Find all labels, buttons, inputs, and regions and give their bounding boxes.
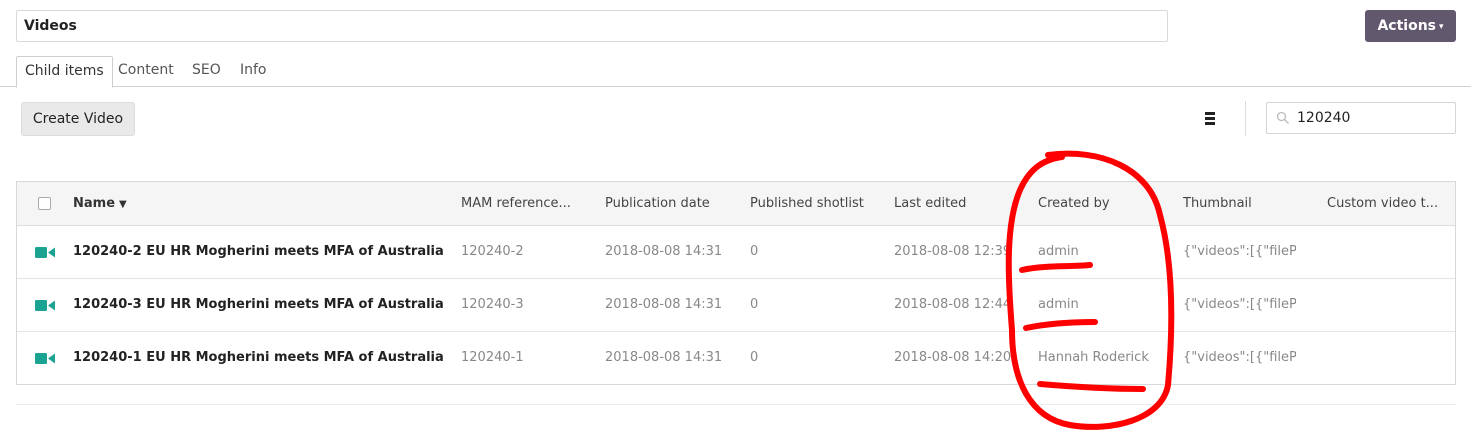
cell-last-edited: 2018-08-08 14:20 [894, 350, 1012, 365]
cell-published-shotlist: 0 [750, 350, 759, 365]
tab-info[interactable]: Info [240, 56, 267, 87]
cell-custom-video [1327, 332, 1447, 384]
cell-created-by: Hannah Roderick [1038, 350, 1149, 365]
search-icon [1276, 111, 1289, 124]
tab-bar: Child items Content SEO Info [0, 56, 1471, 88]
child-items-table: Name ▼ MAM reference... Publication date … [16, 181, 1456, 385]
cell-name[interactable]: 120240-2 EU HR Mogherini meets MFA of Au… [73, 226, 443, 278]
cell-thumbnail: {"videos":[{"filePatl [1183, 297, 1296, 312]
table-row[interactable]: 120240-1 EU HR Mogherini meets MFA of Au… [17, 332, 1455, 385]
tab-child-items[interactable]: Child items [16, 56, 113, 88]
column-header-mam-reference[interactable]: MAM reference... [461, 182, 586, 226]
column-header-published-shotlist[interactable]: Published shotlist [750, 182, 880, 226]
create-video-button[interactable]: Create Video [21, 102, 135, 136]
menu-icon[interactable] [1202, 110, 1218, 128]
cell-thumbnail: {"videos":[{"filePatl [1183, 244, 1296, 259]
column-header-custom-video[interactable]: Custom video t... [1327, 182, 1447, 226]
cell-custom-video [1327, 279, 1447, 331]
column-header-created-by[interactable]: Created by [1038, 182, 1158, 226]
select-all-checkbox[interactable] [38, 197, 51, 210]
video-icon [35, 247, 55, 258]
search-input[interactable] [1297, 107, 1447, 129]
footer-divider [16, 404, 1456, 405]
table-row[interactable]: 120240-3 EU HR Mogherini meets MFA of Au… [17, 279, 1455, 332]
cell-name[interactable]: 120240-3 EU HR Mogherini meets MFA of Au… [73, 279, 443, 331]
search-box[interactable] [1266, 102, 1456, 134]
cell-publication-date: 2018-08-08 14:31 [605, 297, 723, 312]
column-header-last-edited[interactable]: Last edited [894, 182, 1014, 226]
toolbar-divider [1245, 101, 1246, 136]
tab-content[interactable]: Content [118, 56, 174, 87]
cell-published-shotlist: 0 [750, 297, 759, 312]
tab-seo[interactable]: SEO [192, 56, 221, 87]
table-header: Name ▼ MAM reference... Publication date … [17, 182, 1455, 226]
title-field[interactable]: Videos [16, 10, 1168, 42]
cell-published-shotlist: 0 [750, 244, 759, 259]
table-row[interactable]: 120240-2 EU HR Mogherini meets MFA of Au… [17, 226, 1455, 279]
column-header-name[interactable]: Name ▼ [73, 182, 193, 226]
cell-thumbnail: {"videos":[{"filePatl [1183, 350, 1296, 365]
cell-mam-reference: 120240-2 [461, 244, 524, 259]
cell-mam-reference: 120240-3 [461, 297, 524, 312]
video-icon [35, 353, 55, 364]
chevron-down-icon: ▾ [1439, 22, 1444, 32]
cell-name[interactable]: 120240-1 EU HR Mogherini meets MFA of Au… [73, 332, 443, 384]
cell-created-by: admin [1038, 244, 1079, 259]
actions-label: Actions [1377, 18, 1436, 34]
cell-custom-video [1327, 226, 1447, 278]
column-header-thumbnail[interactable]: Thumbnail [1183, 182, 1303, 226]
column-header-publication-date[interactable]: Publication date [605, 182, 735, 226]
cell-last-edited: 2018-08-08 12:39 [894, 244, 1012, 259]
actions-button[interactable]: Actions ▾ [1365, 10, 1456, 42]
sort-desc-icon: ▼ [119, 199, 127, 210]
cell-mam-reference: 120240-1 [461, 350, 524, 365]
cell-publication-date: 2018-08-08 14:31 [605, 350, 723, 365]
video-icon [35, 300, 55, 311]
cell-last-edited: 2018-08-08 12:44 [894, 297, 1012, 312]
cell-publication-date: 2018-08-08 14:31 [605, 244, 723, 259]
cell-created-by: admin [1038, 297, 1079, 312]
